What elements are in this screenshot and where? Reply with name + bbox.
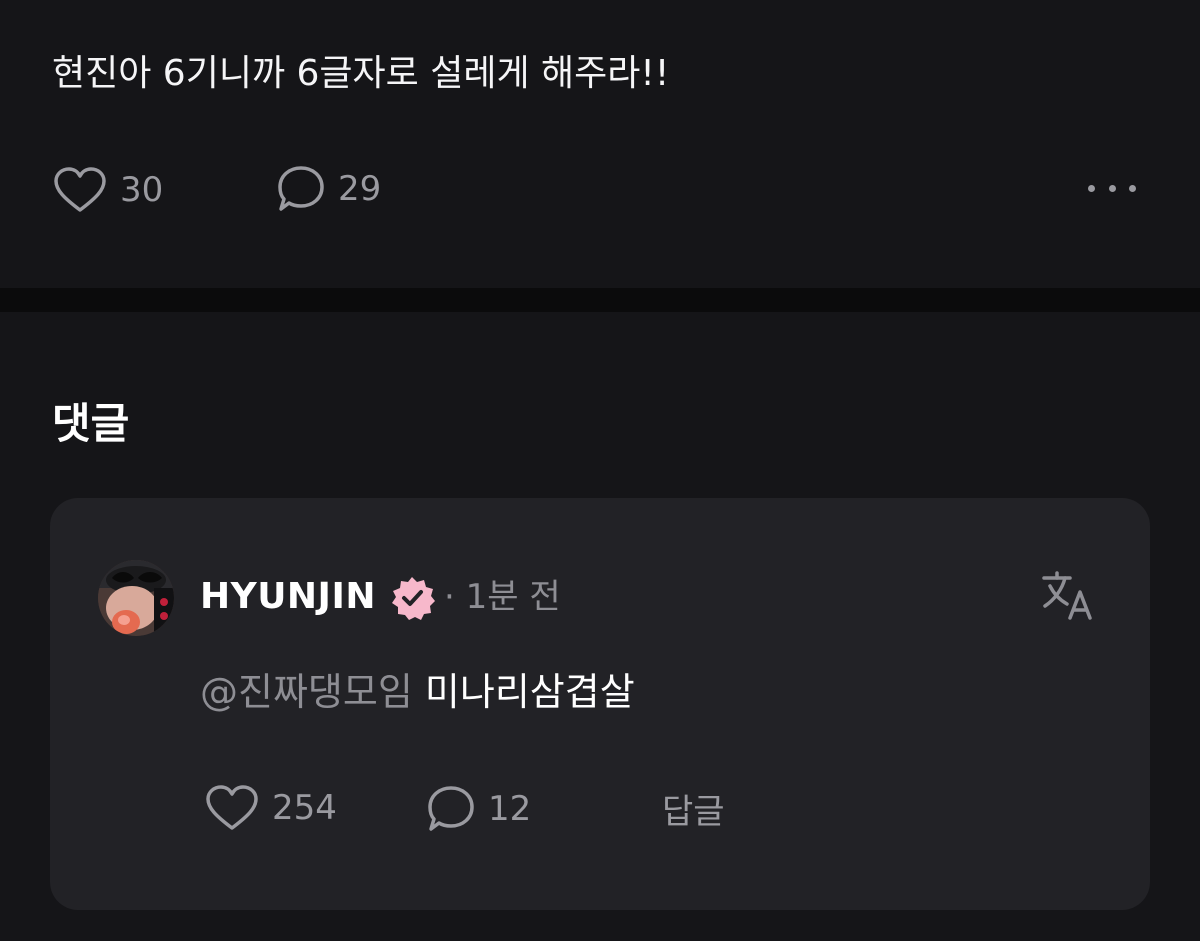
comment-like-button[interactable]: 254 (204, 784, 337, 832)
post-comment-count: 29 (338, 169, 382, 209)
comment-content: @진짜댕모임 미나리삼겹살 (200, 668, 635, 716)
more-icon-dot (1108, 184, 1116, 192)
comments-title: 댓글 (52, 399, 130, 448)
comment-card: HYUNJIN · 1분 전 @진짜댕모임 미나리삼겹살 254 12 답글 (50, 498, 1150, 910)
heart-icon (54, 167, 106, 212)
comment-mention[interactable]: @진짜댕모임 (200, 670, 413, 714)
avatar-image (98, 560, 174, 636)
comments-section: 댓글 HYUNJIN · 1분 전 @진짜댕모임 미나리삼겹살 254 12 답… (0, 312, 1200, 941)
comment-reply-count: 12 (488, 789, 532, 829)
verified-badge-icon (392, 577, 435, 620)
more-options-button[interactable] (1082, 172, 1142, 204)
reply-button[interactable]: 답글 (662, 790, 725, 834)
avatar[interactable] (98, 560, 174, 636)
post: 현진아 6기니까 6글자로 설레게 해주라!! 30 29 (0, 0, 1200, 288)
translate-icon[interactable] (1040, 568, 1096, 624)
post-text: 현진아 6기니까 6글자로 설레게 해주라!! (52, 53, 670, 94)
comment-username[interactable]: HYUNJIN (200, 574, 376, 620)
heart-icon (206, 785, 258, 830)
post-like-button[interactable]: 30 (52, 166, 163, 214)
comment-like-count: 254 (272, 788, 337, 828)
section-divider (0, 288, 1200, 312)
post-like-count: 30 (120, 170, 164, 210)
more-icon-dot (1129, 184, 1136, 192)
comment-body: 미나리삼겹살 (424, 670, 635, 714)
comment-bubble-icon (278, 166, 324, 211)
comment-time: · 1분 전 (444, 577, 561, 617)
comment-bubble-icon (428, 786, 474, 831)
more-icon (1088, 184, 1095, 192)
comment-reply-count-button[interactable]: 12 (426, 784, 531, 834)
post-comment-button[interactable]: 29 (276, 164, 381, 214)
